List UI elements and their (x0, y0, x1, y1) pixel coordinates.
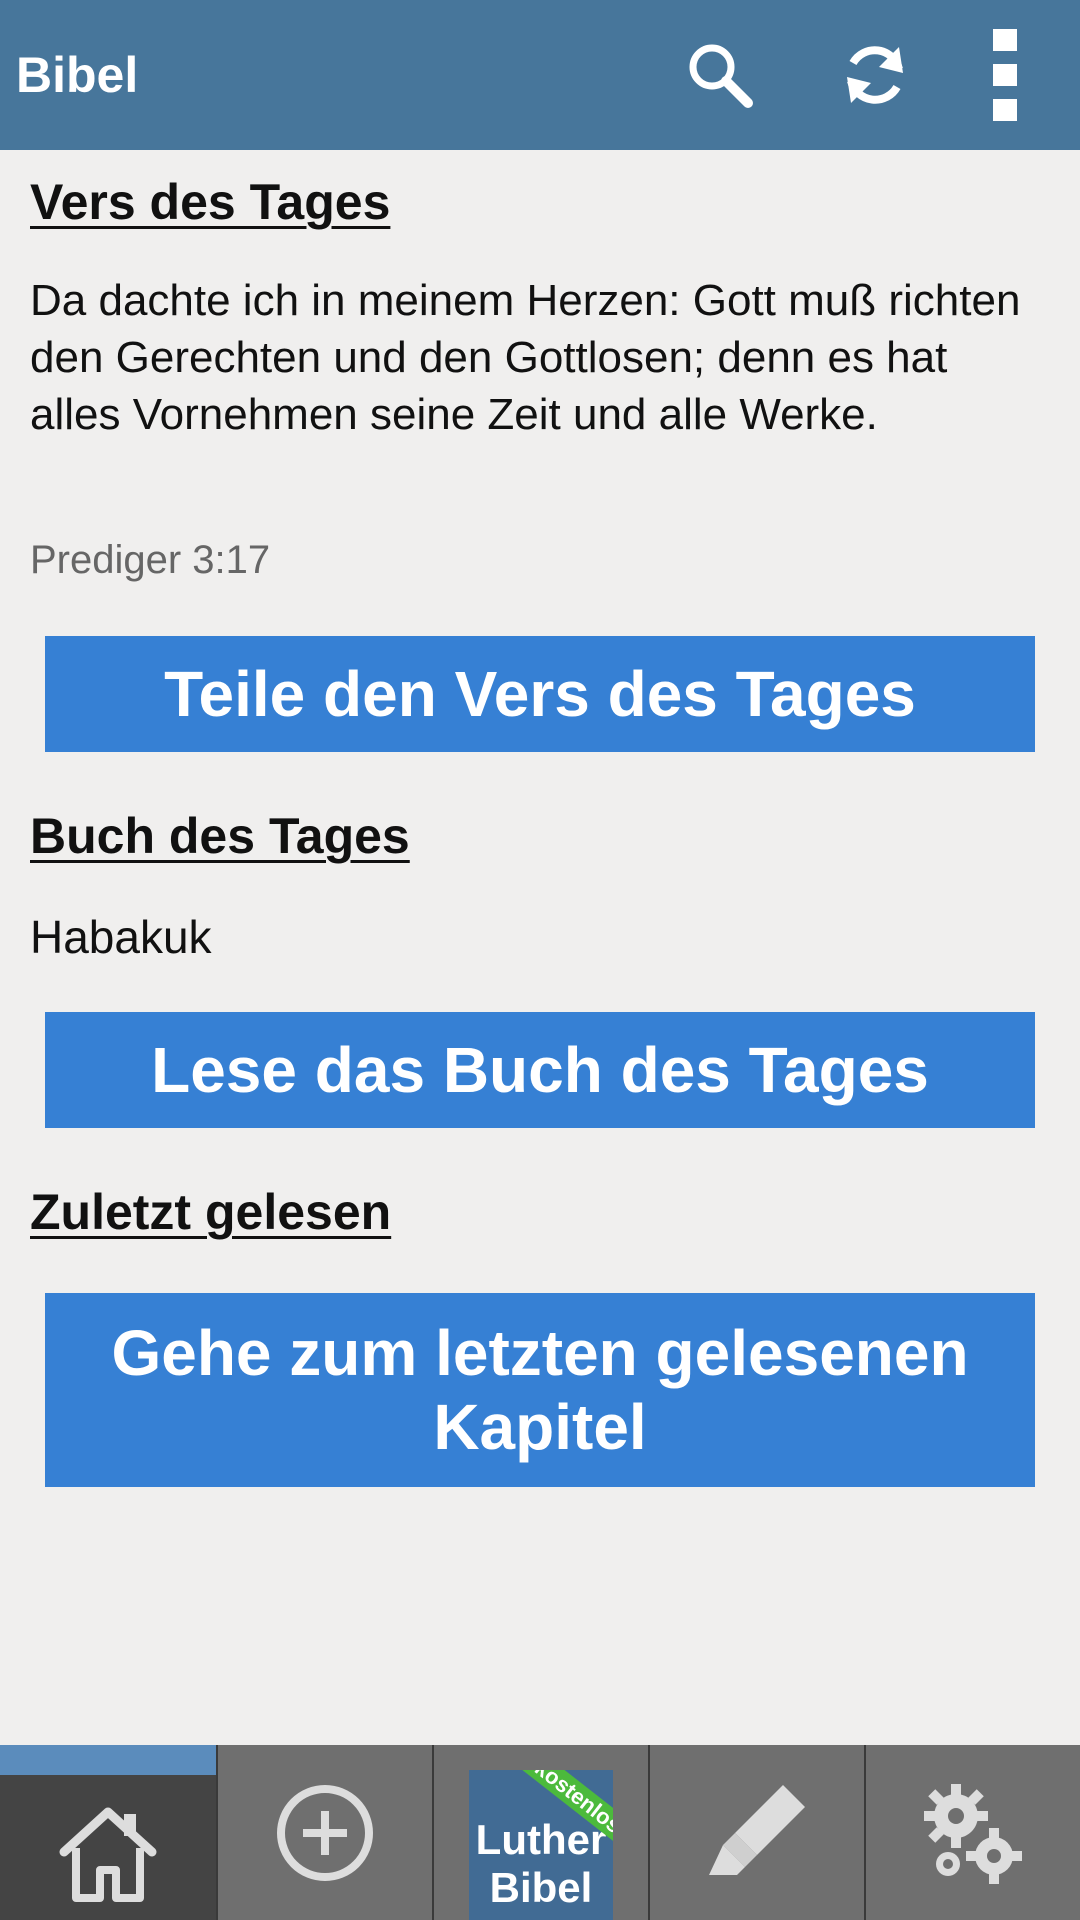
search-button[interactable] (675, 30, 765, 120)
overflow-menu-button[interactable] (960, 29, 1050, 121)
book-name: Habakuk (30, 911, 212, 963)
app-title: Bibel (16, 47, 139, 103)
nav-settings[interactable] (866, 1745, 1080, 1920)
overflow-menu-icon (993, 29, 1017, 121)
read-book-button[interactable]: Lese das Buch des Tages (45, 1012, 1035, 1128)
last-chapter-button[interactable]: Gehe zum letzten gelesenen Kapitel (45, 1293, 1035, 1487)
highlighter-icon (709, 1784, 805, 1875)
add-circle-icon (277, 1784, 373, 1881)
nav-highlights[interactable] (650, 1745, 864, 1920)
verse-reference: Prediger 3:17 (30, 538, 271, 582)
verse-text: Da dachte ich in meinem Herzen: Gott muß… (30, 276, 1021, 439)
home-icon (59, 1807, 157, 1902)
recent-heading: Zuletzt gelesen (30, 1184, 392, 1240)
book-heading: Buch des Tages (30, 808, 410, 864)
app-bar: Bibel (0, 0, 1080, 150)
logo-line-1: Luther (475, 1816, 607, 1863)
logo-line-2: Bibel (489, 1864, 593, 1911)
nav-home[interactable] (0, 1745, 216, 1920)
bottom-nav: kostenlos Luther Bibel (0, 1745, 1080, 1920)
search-icon (689, 44, 753, 108)
luther-bibel-logo: kostenlos Luther Bibel (469, 1770, 613, 1920)
share-verse-button[interactable]: Teile den Vers des Tages (45, 636, 1035, 752)
verse-heading: Vers des Tages (30, 174, 391, 230)
nav-luther-bibel[interactable]: kostenlos Luther Bibel (434, 1745, 648, 1920)
refresh-icon (847, 46, 903, 104)
settings-gears-icon (924, 1783, 1022, 1884)
refresh-button[interactable] (830, 30, 920, 120)
nav-add[interactable] (218, 1745, 432, 1920)
